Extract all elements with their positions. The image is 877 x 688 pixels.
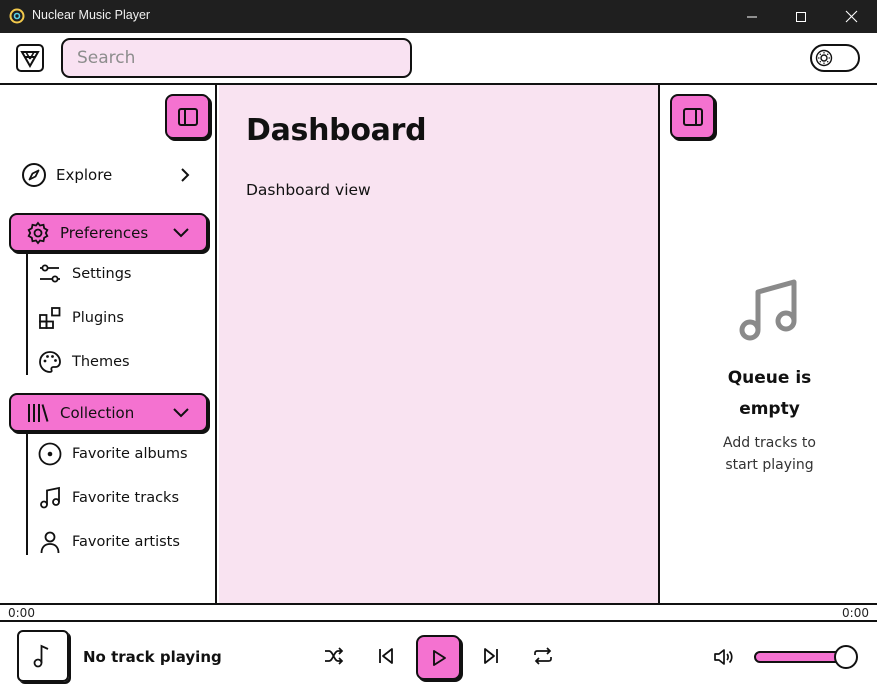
tree-line (26, 433, 28, 555)
chevron-down-icon (173, 408, 189, 418)
volume-slider[interactable] (754, 645, 858, 669)
sidebar-panel-icon (177, 107, 198, 126)
sidebar-item-explore[interactable]: Explore (20, 160, 195, 190)
sun-icon (815, 49, 833, 67)
sidebar-item-favorite-tracks[interactable]: Favorite tracks (37, 483, 212, 513)
toggle-sidebar-button[interactable] (165, 94, 210, 139)
sidebar-item-favorite-artists[interactable]: Favorite artists (37, 527, 212, 557)
disc-icon (37, 441, 63, 467)
top-bar (0, 33, 877, 85)
close-icon (845, 10, 857, 23)
minimize-button[interactable] (727, 0, 777, 33)
window-title: Nuclear Music Player (32, 8, 151, 22)
palette-icon (37, 349, 63, 375)
sidebar-item-plugins[interactable]: Plugins (37, 303, 212, 333)
library-icon (25, 400, 51, 426)
page-title: Dashboard (246, 113, 427, 148)
sidebar-group-preferences[interactable]: Preferences (9, 213, 208, 252)
elapsed-time: 0:00 (8, 606, 35, 620)
album-cover (17, 630, 69, 682)
queue-empty-title: Queue is empty (660, 363, 877, 425)
tree-line (26, 253, 28, 375)
gear-icon (25, 220, 51, 246)
queue-title-line: empty (739, 399, 800, 419)
chevron-down-icon (173, 228, 189, 238)
play-icon (432, 649, 446, 666)
queue-subtitle-line: start playing (725, 457, 814, 473)
queue-panel: Queue is empty Add tracks to start playi… (658, 85, 877, 603)
theme-toggle[interactable] (810, 44, 860, 72)
track-title: No track playing (83, 648, 222, 666)
search-input[interactable] (61, 38, 412, 78)
sidebar-item-themes[interactable]: Themes (37, 347, 212, 377)
sidebar-item-label: Settings (72, 266, 132, 282)
nuclear-logo-icon[interactable] (15, 43, 45, 73)
next-button[interactable] (477, 642, 505, 670)
volume-icon[interactable] (712, 646, 734, 668)
compass-icon (20, 161, 48, 189)
previous-button[interactable] (372, 642, 400, 670)
sidebar-item-label: Favorite tracks (72, 490, 180, 506)
music-note-icon (37, 485, 63, 511)
music-note-icon (739, 279, 797, 341)
maximize-icon (796, 11, 806, 22)
skip-forward-icon (484, 648, 498, 664)
queue-empty-subtitle: Add tracks to start playing (660, 432, 877, 476)
sidebar-item-label: Themes (72, 354, 130, 370)
music-note-icon (33, 644, 49, 668)
group-label: Collection (60, 403, 135, 422)
toggle-queue-button[interactable] (670, 94, 715, 139)
title-bar: Nuclear Music Player (0, 0, 877, 33)
user-icon (37, 529, 63, 555)
queue-subtitle-line: Add tracks to (723, 435, 816, 451)
repeat-button[interactable] (529, 642, 557, 670)
dashboard-text: Dashboard view (246, 181, 371, 199)
maximize-button[interactable] (776, 0, 826, 33)
sidebar-item-label: Favorite artists (72, 534, 180, 550)
sidebar-item-favorite-albums[interactable]: Favorite albums (37, 439, 212, 469)
shuffle-button[interactable] (320, 642, 348, 670)
app-logo-icon (9, 8, 25, 24)
close-button[interactable] (826, 0, 876, 33)
sidebar-item-label: Explore (56, 166, 113, 184)
sidebar-item-settings[interactable]: Settings (37, 259, 212, 289)
plugins-icon (37, 305, 63, 331)
main-content: Dashboard Dashboard view (219, 85, 658, 603)
queue-panel-icon (682, 107, 703, 126)
sliders-icon (37, 261, 63, 287)
queue-title-line: Queue is (727, 368, 812, 388)
seek-bar[interactable]: 0:00 0:00 (0, 603, 877, 622)
chevron-right-icon (181, 168, 190, 182)
sidebar: Explore Preferences Settings Plugins The… (0, 85, 217, 603)
shuffle-icon (325, 647, 344, 665)
volume-thumb[interactable] (834, 645, 858, 669)
group-label: Preferences (60, 223, 149, 242)
skip-back-icon (379, 648, 393, 664)
player-bar: No track playing (0, 622, 877, 688)
total-time: 0:00 (842, 606, 869, 620)
volume-track (754, 651, 846, 663)
sidebar-group-collection[interactable]: Collection (9, 393, 208, 432)
play-button[interactable] (416, 635, 461, 680)
sidebar-item-label: Plugins (72, 310, 124, 326)
minimize-icon (747, 16, 757, 17)
repeat-icon (534, 647, 552, 665)
sidebar-item-label: Favorite albums (72, 446, 188, 462)
